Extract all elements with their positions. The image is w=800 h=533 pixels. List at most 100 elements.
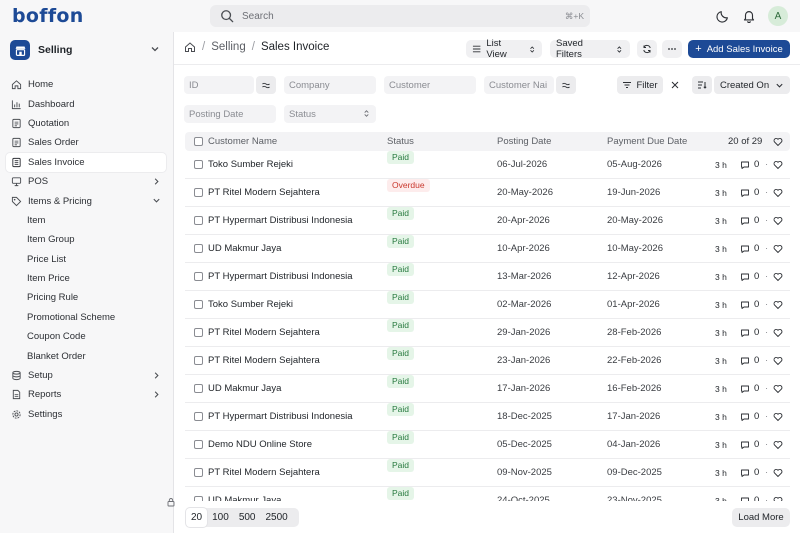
app-logo[interactable]: boffon	[12, 5, 84, 27]
comment-icon[interactable]	[740, 272, 750, 282]
sidebar-item-quotation[interactable]: Quotation	[6, 114, 166, 133]
posting-date-filter-input[interactable]: Posting Date	[184, 105, 276, 123]
table-row[interactable]: UD Makmur Jaya Paid 24-Oct-2025 23-Nov-2025…	[185, 487, 790, 501]
heart-icon[interactable]	[773, 244, 783, 254]
table-row[interactable]: Toko Sumber Rejeki Paid 02-Mar-2026 01-Apr-…	[185, 291, 790, 319]
add-sales-invoice-button[interactable]: + Add Sales Invoice	[688, 40, 790, 58]
sidebar-item-sales-order[interactable]: Sales Order	[6, 133, 166, 152]
clear-filters-button[interactable]	[666, 76, 684, 94]
customer-name-operator-button[interactable]	[556, 76, 576, 94]
sidebar-item-item[interactable]: Item	[6, 211, 166, 230]
table-row[interactable]: PT Ritel Modern Sejahtera Overdue 20-May-2…	[185, 179, 790, 207]
table-row[interactable]: PT Hypermart Distribusi Indonesia Paid 20-…	[185, 207, 790, 235]
page-size-2500[interactable]: 2500	[261, 508, 293, 527]
table-row[interactable]: UD Makmur Jaya Paid 10-Apr-2026 10-May-2026…	[185, 235, 790, 263]
row-checkbox[interactable]	[194, 160, 203, 169]
row-checkbox[interactable]	[194, 188, 203, 197]
sidebar-item-pricing-rule[interactable]: Pricing Rule	[6, 288, 166, 307]
table-row[interactable]: PT Ritel Modern Sejahtera Paid 23-Jan-2026…	[185, 347, 790, 375]
heart-icon[interactable]	[773, 160, 783, 170]
table-row[interactable]: Toko Sumber Rejeki Paid 06-Jul-2026 05-Aug-…	[185, 151, 790, 179]
heart-icon[interactable]	[773, 440, 783, 450]
home-icon[interactable]	[184, 41, 196, 53]
comment-icon[interactable]	[740, 188, 750, 198]
row-checkbox[interactable]	[194, 272, 203, 281]
row-checkbox[interactable]	[194, 412, 203, 421]
comment-icon[interactable]	[740, 244, 750, 254]
heart-icon[interactable]	[773, 272, 783, 282]
sidebar-item-coupon-code[interactable]: Coupon Code	[6, 327, 166, 346]
lock-icon[interactable]	[166, 497, 176, 507]
page-size-500[interactable]: 500	[234, 508, 261, 527]
column-header-status[interactable]: Status	[387, 132, 414, 151]
column-header-payment-due-date[interactable]: Payment Due Date	[607, 132, 687, 151]
row-checkbox[interactable]	[194, 216, 203, 225]
search-bar[interactable]: Search ⌘+K	[210, 5, 590, 27]
heart-icon[interactable]	[773, 216, 783, 226]
sidebar-item-price-list[interactable]: Price List	[6, 250, 166, 269]
refresh-button[interactable]	[637, 40, 657, 58]
select-all-checkbox[interactable]	[194, 137, 203, 146]
list-view-button[interactable]: List View	[466, 38, 542, 60]
heart-icon[interactable]	[773, 496, 783, 501]
row-checkbox[interactable]	[194, 496, 203, 501]
moon-icon[interactable]	[716, 9, 730, 23]
heart-icon[interactable]	[773, 412, 783, 422]
breadcrumb-parent[interactable]: Selling	[211, 41, 246, 53]
filter-button[interactable]: Filter	[617, 76, 663, 94]
sidebar-item-settings[interactable]: Settings	[6, 405, 166, 424]
sidebar-item-home[interactable]: Home	[6, 75, 166, 94]
heart-icon[interactable]	[773, 137, 783, 147]
table-row[interactable]: PT Ritel Modern Sejahtera Paid 29-Jan-2026…	[185, 319, 790, 347]
table-row[interactable]: PT Hypermart Distribusi Indonesia Paid 18-…	[185, 403, 790, 431]
status-filter-select[interactable]: Status	[284, 105, 376, 123]
row-checkbox[interactable]	[194, 384, 203, 393]
heart-icon[interactable]	[773, 356, 783, 366]
load-more-button[interactable]: Load More	[732, 508, 790, 527]
sort-field-select[interactable]: Created On	[714, 76, 790, 94]
id-filter-operator-button[interactable]	[256, 76, 276, 94]
row-checkbox[interactable]	[194, 440, 203, 449]
more-options-button[interactable]	[662, 40, 682, 58]
sidebar-item-sales-invoice[interactable]: Sales Invoice	[6, 152, 166, 172]
heart-icon[interactable]	[773, 188, 783, 198]
comment-icon[interactable]	[740, 440, 750, 450]
saved-filters-button[interactable]: Saved Filters	[550, 38, 630, 60]
module-switcher[interactable]: Selling	[10, 39, 164, 61]
page-size-20[interactable]: 20	[186, 508, 208, 527]
comment-icon[interactable]	[740, 468, 750, 478]
id-filter-input[interactable]: ID	[184, 76, 254, 94]
bell-icon[interactable]	[742, 9, 756, 23]
comment-icon[interactable]	[740, 496, 750, 501]
comment-icon[interactable]	[740, 356, 750, 366]
comment-icon[interactable]	[740, 300, 750, 310]
comment-icon[interactable]	[740, 160, 750, 170]
sidebar-item-item-price[interactable]: Item Price	[6, 269, 166, 288]
table-row[interactable]: PT Ritel Modern Sejahtera Paid 09-Nov-2025…	[185, 459, 790, 487]
sidebar-item-pos[interactable]: POS	[6, 172, 166, 191]
company-filter-input[interactable]: Company	[284, 76, 376, 94]
sidebar-item-setup[interactable]: Setup	[6, 366, 166, 385]
comment-icon[interactable]	[740, 216, 750, 226]
row-checkbox[interactable]	[194, 468, 203, 477]
heart-icon[interactable]	[773, 384, 783, 394]
comment-icon[interactable]	[740, 384, 750, 394]
customer-filter-input[interactable]: Customer	[384, 76, 476, 94]
heart-icon[interactable]	[773, 300, 783, 310]
page-size-100[interactable]: 100	[207, 508, 234, 527]
sidebar-item-promotional-scheme[interactable]: Promotional Scheme	[6, 308, 166, 327]
comment-icon[interactable]	[740, 412, 750, 422]
heart-icon[interactable]	[773, 468, 783, 478]
table-row[interactable]: UD Makmur Jaya Paid 17-Jan-2026 16-Feb-2026…	[185, 375, 790, 403]
sidebar-item-reports[interactable]: Reports	[6, 385, 166, 404]
comment-icon[interactable]	[740, 328, 750, 338]
sort-direction-button[interactable]	[692, 76, 712, 94]
sidebar-item-item-group[interactable]: Item Group	[6, 230, 166, 249]
heart-icon[interactable]	[773, 328, 783, 338]
row-checkbox[interactable]	[194, 328, 203, 337]
row-checkbox[interactable]	[194, 244, 203, 253]
sidebar-item-items-pricing[interactable]: Items & Pricing	[6, 191, 166, 210]
column-header-customer-name[interactable]: Customer Name	[208, 132, 277, 151]
row-checkbox[interactable]	[194, 356, 203, 365]
table-row[interactable]: PT Hypermart Distribusi Indonesia Paid 13-…	[185, 263, 790, 291]
